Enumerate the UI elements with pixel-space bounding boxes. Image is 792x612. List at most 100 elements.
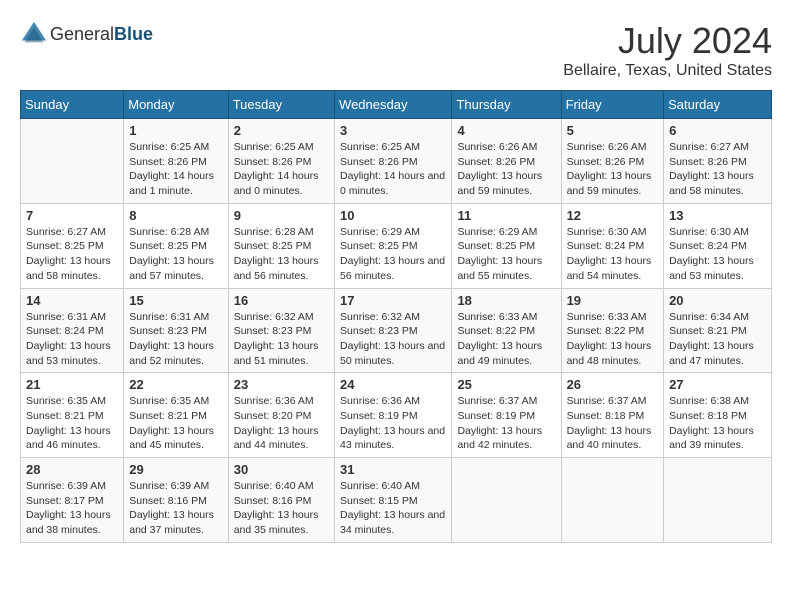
calendar-header-row: SundayMondayTuesdayWednesdayThursdayFrid… — [21, 91, 772, 119]
day-info: Sunrise: 6:32 AMSunset: 8:23 PMDaylight:… — [234, 310, 329, 369]
calendar-cell: 17 Sunrise: 6:32 AMSunset: 8:23 PMDayligh… — [335, 288, 452, 373]
calendar-cell: 18 Sunrise: 6:33 AMSunset: 8:22 PMDayligh… — [452, 288, 561, 373]
calendar-cell: 8Sunrise: 6:28 AMSunset: 8:25 PMDaylight… — [124, 203, 228, 288]
page-header: GeneralBlue July 2024 Bellaire, Texas, U… — [20, 20, 772, 80]
day-number: 6 — [669, 123, 766, 138]
day-info: Sunrise: 6:40 AMSunset: 8:16 PMDaylight:… — [234, 479, 329, 538]
calendar-week-2: 7Sunrise: 6:27 AMSunset: 8:25 PMDaylight… — [21, 203, 772, 288]
day-info: Sunrise: 6:26 AMSunset: 8:26 PMDaylight:… — [457, 140, 555, 199]
day-info: Sunrise: 6:30 AMSunset: 8:24 PMDaylight:… — [567, 225, 659, 284]
day-info: Sunrise: 6:39 AMSunset: 8:17 PMDaylight:… — [26, 479, 118, 538]
calendar-cell: 16 Sunrise: 6:32 AMSunset: 8:23 PMDayligh… — [228, 288, 334, 373]
day-number: 1 — [129, 123, 222, 138]
day-info: Sunrise: 6:28 AMSunset: 8:25 PMDaylight:… — [129, 225, 222, 284]
logo-blue: Blue — [114, 24, 153, 44]
day-number: 17 — [340, 293, 446, 308]
calendar-cell: 24Sunrise: 6:36 AMSunset: 8:19 PMDayligh… — [335, 373, 452, 458]
day-number: 10 — [340, 208, 446, 223]
calendar-cell: 2Sunrise: 6:25 AMSunset: 8:26 PMDaylight… — [228, 119, 334, 204]
calendar-cell: 5Sunrise: 6:26 AMSunset: 8:26 PMDaylight… — [561, 119, 664, 204]
calendar-cell — [664, 458, 772, 543]
calendar-cell: 19 Sunrise: 6:33 AMSunset: 8:22 PMDayligh… — [561, 288, 664, 373]
day-info: Sunrise: 6:39 AMSunset: 8:16 PMDaylight:… — [129, 479, 222, 538]
day-info: Sunrise: 6:27 AMSunset: 8:25 PMDaylight:… — [26, 225, 118, 284]
calendar-cell: 26 Sunrise: 6:37 AMSunset: 8:18 PMDayligh… — [561, 373, 664, 458]
calendar-week-1: 1 Sunrise: 6:25 AMSunset: 8:26 PMDaylight… — [21, 119, 772, 204]
day-number: 26 — [567, 377, 659, 392]
calendar-cell: 30Sunrise: 6:40 AMSunset: 8:16 PMDayligh… — [228, 458, 334, 543]
calendar-cell: 1Sunrise: 6:25 AMSunset: 8:26 PMDaylight… — [124, 119, 228, 204]
day-info: Sunrise: 6:31 AMSunset: 8:24 PMDaylight:… — [26, 310, 118, 369]
calendar-cell — [21, 119, 124, 204]
calendar-cell: 21 Sunrise: 6:35 AMSunset: 8:21 PMDayligh… — [21, 373, 124, 458]
calendar-cell: 7Sunrise: 6:27 AMSunset: 8:25 PMDaylight… — [21, 203, 124, 288]
day-info: Sunrise: 6:34 AMSunset: 8:21 PMDaylight:… — [669, 310, 766, 369]
calendar-cell — [561, 458, 664, 543]
day-info: Sunrise: 6:29 AMSunset: 8:25 PMDaylight:… — [340, 225, 446, 284]
day-info: Sunrise: 6:31 AMSunset: 8:23 PMDaylight:… — [129, 310, 222, 369]
day-number: 20 — [669, 293, 766, 308]
day-number: 22 — [129, 377, 222, 392]
calendar-table: SundayMondayTuesdayWednesdayThursdayFrid… — [20, 90, 772, 543]
day-number: 4 — [457, 123, 555, 138]
calendar-cell: 20 Sunrise: 6:34 AMSunset: 8:21 PMDayligh… — [664, 288, 772, 373]
day-info: Sunrise: 6:26 AMSunset: 8:26 PMDaylight:… — [567, 140, 659, 199]
calendar-cell: 31 Sunrise: 6:40 AMSunset: 8:15 PMDayligh… — [335, 458, 452, 543]
day-info: Sunrise: 6:40 AMSunset: 8:15 PMDaylight:… — [340, 479, 446, 538]
day-info: Sunrise: 6:33 AMSunset: 8:22 PMDaylight:… — [457, 310, 555, 369]
calendar-cell: 3 Sunrise: 6:25 AMSunset: 8:26 PMDaylight… — [335, 119, 452, 204]
day-header-tuesday: Tuesday — [228, 91, 334, 119]
day-number: 16 — [234, 293, 329, 308]
calendar-cell: 23Sunrise: 6:36 AMSunset: 8:20 PMDayligh… — [228, 373, 334, 458]
day-number: 12 — [567, 208, 659, 223]
logo-text: GeneralBlue — [50, 24, 153, 45]
day-number: 13 — [669, 208, 766, 223]
calendar-cell: 12 Sunrise: 6:30 AMSunset: 8:24 PMDayligh… — [561, 203, 664, 288]
calendar-cell: 6 Sunrise: 6:27 AMSunset: 8:26 PMDaylight… — [664, 119, 772, 204]
day-info: Sunrise: 6:25 AMSunset: 8:26 PMDaylight:… — [340, 140, 446, 199]
day-info: Sunrise: 6:37 AMSunset: 8:19 PMDaylight:… — [457, 394, 555, 453]
day-number: 29 — [129, 462, 222, 477]
day-number: 18 — [457, 293, 555, 308]
logo-icon — [20, 20, 48, 48]
day-info: Sunrise: 6:35 AMSunset: 8:21 PMDaylight:… — [26, 394, 118, 453]
day-number: 11 — [457, 208, 555, 223]
calendar-cell: 25Sunrise: 6:37 AMSunset: 8:19 PMDayligh… — [452, 373, 561, 458]
day-info: Sunrise: 6:32 AMSunset: 8:23 PMDaylight:… — [340, 310, 446, 369]
day-header-sunday: Sunday — [21, 91, 124, 119]
calendar-cell: 15 Sunrise: 6:31 AMSunset: 8:23 PMDayligh… — [124, 288, 228, 373]
day-header-saturday: Saturday — [664, 91, 772, 119]
day-number: 19 — [567, 293, 659, 308]
day-info: Sunrise: 6:36 AMSunset: 8:20 PMDaylight:… — [234, 394, 329, 453]
calendar-week-4: 21 Sunrise: 6:35 AMSunset: 8:21 PMDayligh… — [21, 373, 772, 458]
day-number: 21 — [26, 377, 118, 392]
day-info: Sunrise: 6:37 AMSunset: 8:18 PMDaylight:… — [567, 394, 659, 453]
day-info: Sunrise: 6:38 AMSunset: 8:18 PMDaylight:… — [669, 394, 766, 453]
day-info: Sunrise: 6:33 AMSunset: 8:22 PMDaylight:… — [567, 310, 659, 369]
title-block: July 2024 Bellaire, Texas, United States — [563, 20, 772, 80]
day-number: 15 — [129, 293, 222, 308]
day-header-monday: Monday — [124, 91, 228, 119]
calendar-cell: 4 Sunrise: 6:26 AMSunset: 8:26 PMDaylight… — [452, 119, 561, 204]
calendar-cell: 28 Sunrise: 6:39 AMSunset: 8:17 PMDayligh… — [21, 458, 124, 543]
day-number: 28 — [26, 462, 118, 477]
day-info: Sunrise: 6:36 AMSunset: 8:19 PMDaylight:… — [340, 394, 446, 453]
calendar-cell: 27 Sunrise: 6:38 AMSunset: 8:18 PMDayligh… — [664, 373, 772, 458]
day-info: Sunrise: 6:27 AMSunset: 8:26 PMDaylight:… — [669, 140, 766, 199]
day-header-thursday: Thursday — [452, 91, 561, 119]
day-number: 9 — [234, 208, 329, 223]
day-header-friday: Friday — [561, 91, 664, 119]
calendar-week-3: 14Sunrise: 6:31 AMSunset: 8:24 PMDayligh… — [21, 288, 772, 373]
calendar-cell: 13 Sunrise: 6:30 AMSunset: 8:24 PMDayligh… — [664, 203, 772, 288]
logo-general: General — [50, 24, 114, 44]
day-info: Sunrise: 6:30 AMSunset: 8:24 PMDaylight:… — [669, 225, 766, 284]
main-title: July 2024 — [563, 20, 772, 62]
calendar-cell: 11Sunrise: 6:29 AMSunset: 8:25 PMDayligh… — [452, 203, 561, 288]
day-number: 3 — [340, 123, 446, 138]
calendar-cell: 9Sunrise: 6:28 AMSunset: 8:25 PMDaylight… — [228, 203, 334, 288]
calendar-cell: 14Sunrise: 6:31 AMSunset: 8:24 PMDayligh… — [21, 288, 124, 373]
day-number: 31 — [340, 462, 446, 477]
calendar-cell — [452, 458, 561, 543]
day-info: Sunrise: 6:25 AMSunset: 8:26 PMDaylight:… — [234, 140, 329, 199]
day-number: 27 — [669, 377, 766, 392]
